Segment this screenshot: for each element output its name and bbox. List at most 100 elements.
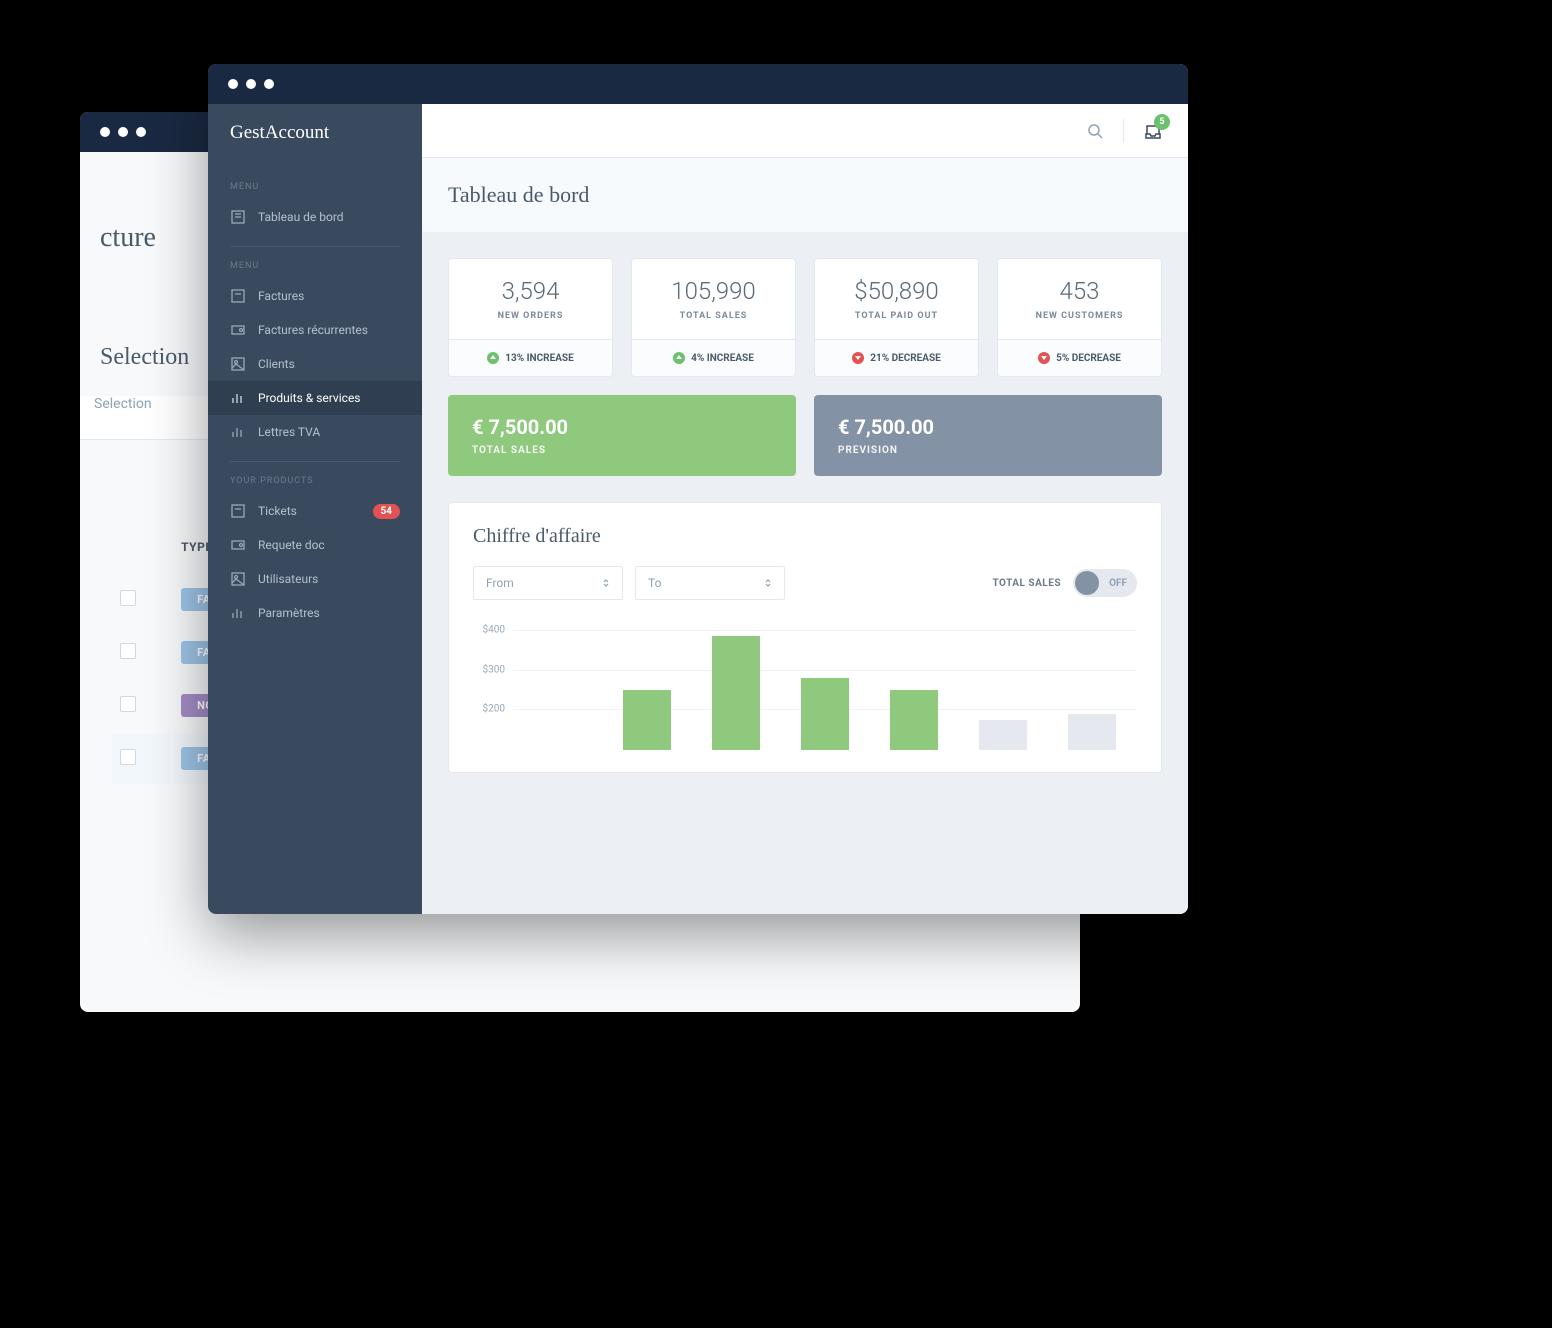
sidebar-item-label: Clients (258, 357, 400, 371)
row-checkbox[interactable] (120, 643, 136, 659)
row-checkbox[interactable] (120, 696, 136, 712)
window-dot[interactable] (264, 79, 274, 89)
sidebar-item-label: Produits & services (258, 391, 400, 405)
stat-label: TOTAL SALES (642, 311, 785, 321)
summary-value: € 7,500.00 (838, 415, 1138, 439)
summary-card-total: € 7,500.00 TOTAL SALES (448, 395, 796, 476)
main-content: 5 Tableau de bord 3,594 NEW ORDERS 13% I… (422, 104, 1188, 914)
stat-card-orders: 3,594 NEW ORDERS 13% INCREASE (448, 258, 613, 377)
menu-section-label: MENU (208, 182, 422, 192)
stat-label: NEW ORDERS (459, 311, 602, 321)
stat-value: 105,990 (642, 277, 785, 305)
chart-area: $400 $300 $200 (513, 630, 1137, 750)
chart-bar (979, 720, 1027, 750)
sidebar-item-requests[interactable]: Requete doc (208, 528, 422, 562)
chart-bar (712, 636, 760, 750)
chart-icon (230, 424, 246, 440)
stat-card-paidout: $50,890 TOTAL PAID OUT 21% DECREASE (814, 258, 979, 377)
window-dot[interactable] (246, 79, 256, 89)
row-checkbox[interactable] (120, 749, 136, 765)
chart-bar (623, 690, 671, 750)
chart-bar (890, 690, 938, 750)
stat-value: 453 (1008, 277, 1151, 305)
summary-card-prevision: € 7,500.00 PREVISION (814, 395, 1162, 476)
stat-label: NEW CUSTOMERS (1008, 311, 1151, 321)
chart-title: Chiffre d'affaire (473, 525, 1137, 548)
image-icon (230, 356, 246, 372)
doc-icon (230, 503, 246, 519)
sidebar-item-label: Utilisateurs (258, 572, 400, 586)
menu-section-label: YOUR PRODUCTS (208, 476, 422, 486)
chevron-updown-icon (602, 579, 610, 587)
recurring-icon (230, 537, 246, 553)
chart-bars (523, 630, 1127, 750)
to-select[interactable]: To (635, 566, 785, 600)
chart-bar (1068, 714, 1116, 750)
selection-dropdown-value: Selection (94, 396, 152, 412)
window-dot[interactable] (118, 127, 128, 137)
ytick: $400 (483, 625, 505, 636)
sidebar-item-vat[interactable]: Lettres TVA (208, 415, 422, 449)
stat-trend: 4% INCREASE (691, 353, 754, 364)
ytick: $300 (483, 664, 505, 675)
chart-icon (230, 605, 246, 621)
sidebar-item-products[interactable]: Produits & services (208, 381, 422, 415)
sidebar-item-tickets[interactable]: Tickets 54 (208, 494, 422, 528)
page-title: Tableau de bord (448, 182, 1162, 208)
sidebar-item-settings[interactable]: Paramètres (208, 596, 422, 630)
topbar: 5 (422, 104, 1188, 158)
toggle-value: OFF (1109, 578, 1127, 589)
to-label: To (648, 576, 661, 590)
badge-count: 54 (373, 504, 400, 519)
stat-card-sales: 105,990 TOTAL SALES 4% INCREASE (631, 258, 796, 377)
sidebar-item-recurring[interactable]: Factures récurrentes (208, 313, 422, 347)
trend-up-icon (673, 352, 685, 364)
image-icon (230, 571, 246, 587)
search-icon[interactable] (1087, 123, 1103, 139)
menu-separator (230, 246, 400, 247)
recurring-icon (230, 322, 246, 338)
menu-separator (230, 461, 400, 462)
doc-icon (230, 288, 246, 304)
sidebar-item-label: Tableau de bord (258, 210, 400, 224)
ytick: $200 (483, 704, 505, 715)
stat-trend: 21% DECREASE (870, 353, 941, 364)
stat-trend: 5% DECREASE (1056, 353, 1121, 364)
titlebar-front (208, 64, 1188, 104)
summary-value: € 7,500.00 (472, 415, 772, 439)
sidebar-item-clients[interactable]: Clients (208, 347, 422, 381)
notification-button[interactable]: 5 (1144, 122, 1162, 140)
window-dot[interactable] (228, 79, 238, 89)
toggle-switch[interactable]: OFF (1073, 569, 1137, 597)
chart-icon (230, 390, 246, 406)
row-checkbox[interactable] (120, 590, 136, 606)
toggle-label: TOTAL SALES (993, 578, 1062, 589)
logo: GestAccount (208, 122, 422, 168)
summary-cards-row: € 7,500.00 TOTAL SALES € 7,500.00 PREVIS… (422, 377, 1188, 476)
menu-section-label: MENU (208, 261, 422, 271)
foreground-window: GestAccount MENU Tableau de bord MENU Fa… (208, 64, 1188, 914)
notification-badge: 5 (1154, 114, 1170, 130)
trend-down-icon (1038, 352, 1050, 364)
sidebar-item-dashboard[interactable]: Tableau de bord (208, 200, 422, 234)
trend-down-icon (852, 352, 864, 364)
window-dot[interactable] (100, 127, 110, 137)
sidebar-item-label: Factures récurrentes (258, 323, 400, 337)
revenue-card: Chiffre d'affaire From To TOTAL SALES OF (448, 502, 1162, 773)
chart-bar (801, 678, 849, 750)
sidebar: GestAccount MENU Tableau de bord MENU Fa… (208, 104, 422, 914)
chart-controls: From To TOTAL SALES OFF (473, 566, 1137, 600)
sidebar-item-label: Tickets (258, 504, 361, 518)
sidebar-item-users[interactable]: Utilisateurs (208, 562, 422, 596)
stat-value: 3,594 (459, 277, 602, 305)
stat-card-customers: 453 NEW CUSTOMERS 5% DECREASE (997, 258, 1162, 377)
sidebar-item-invoices[interactable]: Factures (208, 279, 422, 313)
from-label: From (486, 576, 514, 590)
window-dot[interactable] (136, 127, 146, 137)
sidebar-item-label: Factures (258, 289, 400, 303)
stat-trend: 13% INCREASE (505, 353, 573, 364)
sidebar-item-label: Requete doc (258, 538, 400, 552)
from-select[interactable]: From (473, 566, 623, 600)
trend-up-icon (487, 352, 499, 364)
dashboard-icon (230, 209, 246, 225)
